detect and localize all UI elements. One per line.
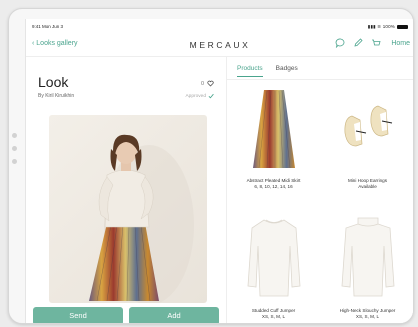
model-illustration bbox=[89, 134, 194, 303]
look-actions: Send Add bbox=[33, 307, 219, 323]
status-date: Mon Jun 3 bbox=[42, 24, 64, 29]
status-time: 9:41 bbox=[32, 24, 41, 29]
product-card[interactable]: High-Neck Slouchy Jumper XS, S, M, L bbox=[321, 216, 413, 320]
side-dot bbox=[12, 159, 17, 164]
nav-actions: Home bbox=[335, 38, 410, 48]
add-button[interactable]: Add bbox=[129, 307, 219, 323]
battery-icon bbox=[397, 24, 408, 29]
home-link[interactable]: Home bbox=[391, 40, 410, 47]
look-photo bbox=[49, 115, 207, 303]
product-sizes: Available bbox=[358, 184, 377, 189]
look-panel: Look By Kiril Kiruikhin 0 Approved Send … bbox=[26, 57, 227, 323]
product-sizes: XS, S, M, L bbox=[261, 314, 286, 319]
earrings-image bbox=[344, 105, 392, 147]
top-nav: ‹ Looks gallery MERCAUX Home bbox=[26, 34, 413, 57]
side-controls bbox=[12, 133, 18, 172]
product-sizes: 6, 8, 10, 12, 14, 16 bbox=[254, 184, 293, 189]
edit-icon[interactable] bbox=[353, 38, 363, 48]
tab-products[interactable]: Products bbox=[237, 65, 263, 77]
likes-count: 0 bbox=[200, 80, 204, 87]
product-card[interactable]: Abstract Pleated Midi Skirt 6, 8, 10, 12… bbox=[227, 88, 320, 190]
panel-tabs: Products Badges bbox=[237, 65, 298, 77]
status-time-date: 9:41 Mon Jun 3 bbox=[32, 24, 63, 29]
product-card[interactable]: Mini Hoop Earrings Available bbox=[321, 88, 413, 190]
app-screen: 9:41 Mon Jun 3 ▮▮▮ ≋ 100% ‹ Looks galler… bbox=[25, 19, 413, 323]
look-author: By Kiril Kiruikhin bbox=[38, 93, 75, 99]
heart-icon bbox=[207, 80, 214, 87]
approval-status: Approved bbox=[185, 93, 214, 99]
jumper-image bbox=[247, 219, 300, 297]
look-title: Look bbox=[38, 74, 69, 90]
jumper-image bbox=[341, 217, 394, 297]
side-dot bbox=[12, 146, 17, 151]
product-sizes: XS, S, M, L bbox=[355, 314, 380, 319]
cart-icon[interactable] bbox=[371, 38, 381, 48]
status-bar: 9:41 Mon Jun 3 ▮▮▮ ≋ 100% bbox=[32, 24, 408, 33]
tablet-frame: 9:41 Mon Jun 3 ▮▮▮ ≋ 100% ‹ Looks galler… bbox=[8, 8, 414, 324]
battery-percent: 100% bbox=[382, 24, 395, 29]
side-dot bbox=[12, 133, 17, 138]
check-icon bbox=[208, 93, 214, 99]
approval-label: Approved bbox=[185, 93, 206, 99]
product-grid: Abstract Pleated Midi Skirt 6, 8, 10, 12… bbox=[227, 79, 413, 319]
likes-counter[interactable]: 0 bbox=[201, 80, 214, 87]
chat-icon[interactable] bbox=[335, 38, 345, 48]
skirt-image bbox=[252, 90, 295, 169]
send-button[interactable]: Send bbox=[33, 307, 123, 323]
products-panel: Products Badges Abstract Pleated Midi Sk… bbox=[227, 57, 413, 323]
tab-badges[interactable]: Badges bbox=[276, 65, 298, 77]
status-right: ▮▮▮ ≋ 100% bbox=[368, 24, 408, 30]
product-card[interactable]: Studded Cuff Jumper XS, S, M, L bbox=[227, 216, 320, 320]
